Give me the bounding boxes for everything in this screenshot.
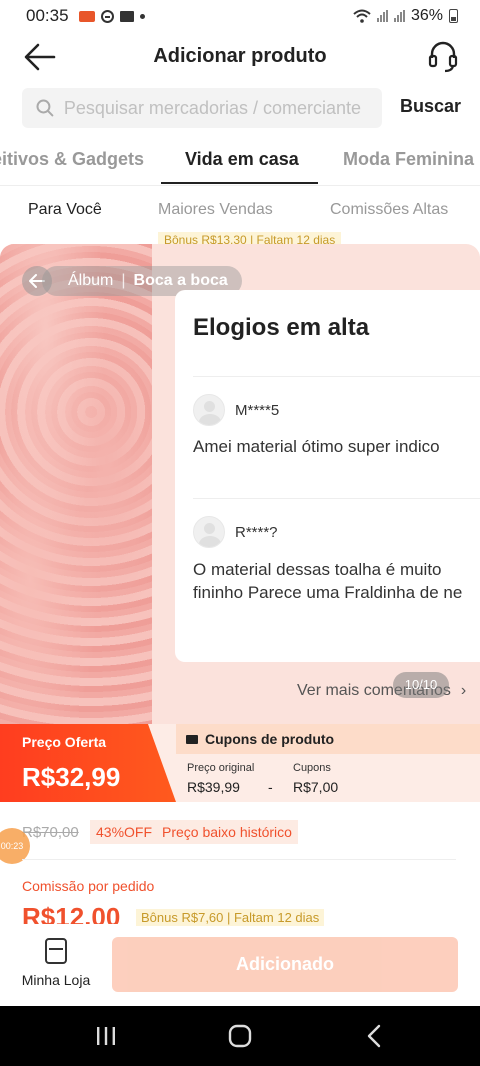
search-icon [36, 99, 54, 117]
signal-1-icon [376, 10, 388, 22]
subtab-maiores-vendas[interactable]: Maiores Vendas [158, 201, 273, 219]
avatar [193, 516, 225, 548]
minus-operator: - [268, 779, 273, 795]
home-icon[interactable] [227, 1024, 253, 1048]
status-system-icons: 36% [353, 7, 458, 25]
chevron-right-icon: › [460, 682, 467, 699]
back-nav-icon[interactable] [362, 1024, 388, 1048]
tab-album[interactable]: Álbum [68, 272, 113, 290]
reviewer: R****? [193, 516, 278, 548]
original-price-label: Preço original [187, 762, 255, 774]
page-title: Adicionar produto [153, 45, 327, 67]
headset-icon[interactable] [428, 40, 458, 74]
history-tag: Preço baixo histórico [156, 820, 298, 844]
commission-bonus-tag: Bônus R$7,60 | Faltam 12 dias [136, 909, 325, 927]
store-icon [45, 938, 67, 964]
coupon-title-text: Cupons de produto [205, 731, 335, 747]
price-band: Preço Oferta R$32,99 Cupons de produto P… [0, 724, 480, 802]
category-tabs: eitivos & Gadgets Vida em casa Moda Femi… [0, 140, 480, 186]
avatar [193, 394, 225, 426]
tab-vida-em-casa[interactable]: Vida em casa [185, 149, 299, 170]
system-navigation-bar [0, 1006, 480, 1066]
status-bar: 00:35 36% [0, 0, 480, 32]
photo-counter: 10/10 [393, 672, 449, 698]
coupons-value: R$7,00 [293, 779, 339, 795]
search-box [22, 88, 382, 128]
divider [193, 498, 480, 499]
divider [193, 376, 480, 377]
video-record-icon [78, 10, 95, 22]
coupons-label: Cupons [293, 762, 331, 774]
old-price: R$70,00 [22, 824, 79, 841]
my-store-button[interactable]: Minha Loja [20, 938, 92, 988]
battery-percent: 36% [410, 7, 443, 24]
subtab-comissoes-altas[interactable]: Comissões Altas [330, 201, 448, 219]
review-text-line-1: O material dessas toalha é muito [193, 560, 442, 579]
sub-tabs: Para Você Maiores Vendas Comissões Altas [0, 196, 480, 226]
review-text: Amei material ótimo super indico [193, 437, 440, 456]
subtab-para-voce[interactable]: Para Você [28, 201, 102, 219]
ticket-icon [186, 734, 198, 744]
more-notifications-icon [139, 13, 145, 19]
price-details: R$70,00 43%OFF Preço baixo histórico 00:… [0, 802, 480, 934]
added-button[interactable]: Adicionado [112, 937, 458, 992]
offer-price: R$32,99 [22, 762, 121, 792]
album-overlay: Álbum | Boca a boca Elogios em alta M***… [0, 244, 480, 724]
do-not-disturb-icon [100, 9, 114, 23]
original-price-value: R$39,99 [187, 779, 240, 795]
review-text-line-2: fininho Parece uma Fraldinha de ne [193, 583, 463, 602]
tab-boca-a-boca[interactable]: Boca a boca [134, 272, 228, 290]
status-notification-icons [78, 9, 145, 23]
reviewer-name: R****? [235, 523, 278, 541]
product-photo[interactable] [0, 244, 152, 724]
tab-moda-feminina[interactable]: Moda Feminina [343, 149, 474, 170]
signal-2-icon [393, 10, 405, 22]
coupon-title: Cupons de produto [186, 731, 334, 747]
search-input[interactable] [63, 97, 382, 119]
discount-tag: 43%OFF [90, 820, 159, 844]
tab-separator: | [121, 272, 126, 289]
battery-icon [449, 9, 458, 23]
my-store-label: Minha Loja [21, 972, 91, 988]
commission-value: R$12,00 [22, 902, 121, 924]
offer-label: Preço Oferta [22, 734, 107, 750]
reviewer: M****5 [193, 394, 279, 426]
page-header: Adicionar produto [0, 32, 480, 82]
folder-icon [119, 10, 134, 22]
status-time: 00:35 [26, 6, 69, 25]
bottom-action-bar: Minha Loja Adicionado [0, 926, 480, 1006]
wifi-icon [353, 9, 371, 23]
reviews-title: Elogios em alta [193, 314, 370, 341]
reviewer-name: M****5 [235, 401, 280, 419]
search-button[interactable]: Buscar [400, 96, 461, 117]
active-tab-indicator [161, 182, 318, 184]
recent-apps-icon[interactable] [93, 1024, 119, 1048]
reviews-card: Elogios em alta M****5 Amei material óti… [175, 290, 480, 662]
commission-label: Comissão por pedido [22, 878, 155, 894]
divider [22, 859, 456, 860]
tab-gadgets[interactable]: eitivos & Gadgets [0, 149, 144, 170]
